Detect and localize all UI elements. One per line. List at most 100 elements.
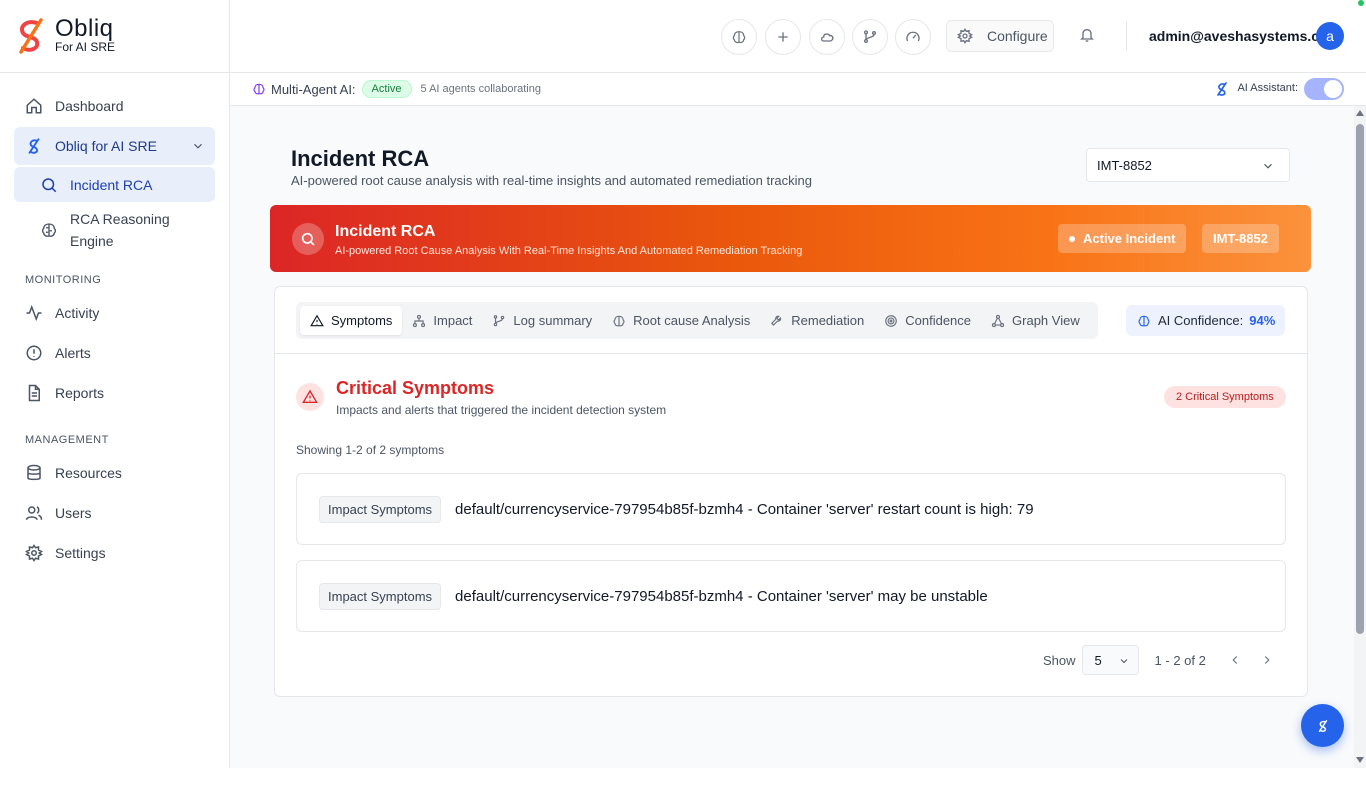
ai-assistant-label: AI Assistant:	[1237, 82, 1298, 94]
agents-count: 5 AI agents collaborating	[420, 83, 541, 95]
incident-banner: Incident RCA AI-powered Root Cause Analy…	[270, 205, 1311, 272]
sidebar-item-users[interactable]: Users	[14, 494, 215, 532]
multi-agent-label: Multi-Agent AI:	[271, 81, 356, 97]
sidebar-item-resources[interactable]: Resources	[14, 454, 215, 492]
gear-icon	[957, 28, 973, 44]
brain-icon	[613, 315, 625, 326]
add-button[interactable]	[765, 19, 801, 55]
scrollbar-thumb[interactable]	[1356, 124, 1364, 634]
tab-label: Graph View	[1012, 313, 1080, 328]
search-icon	[42, 177, 57, 192]
tab-label: Log summary	[513, 313, 593, 328]
incident-select[interactable]: IMT-8852	[1086, 148, 1290, 182]
sidebar-item-label: Dashboard	[55, 98, 124, 114]
symptom-text: default/currencyservice-797954b85f-bzmh4…	[455, 500, 1034, 518]
sidebar-group-label: Obliq for AI SRE	[55, 138, 157, 154]
chevron-down-icon	[194, 143, 202, 149]
configure-label: Configure	[987, 28, 1048, 44]
tab-remediation[interactable]: Remediation	[760, 306, 874, 335]
alert-circle-icon	[26, 345, 42, 361]
page-range: 1 - 2 of 2	[1154, 652, 1206, 668]
sidebar-item-label: Incident RCA	[70, 176, 153, 193]
sidebar-item-dashboard[interactable]: Dashboard	[14, 87, 215, 125]
cloud-button[interactable]	[809, 19, 845, 55]
symptom-row[interactable]: Impact Symptoms default/currencyservice-…	[296, 473, 1286, 545]
topbar-divider	[1126, 21, 1127, 51]
window-bottom-strip	[0, 768, 1366, 787]
incident-select-value: IMT-8852	[1097, 157, 1152, 173]
tab-label: Symptoms	[331, 313, 393, 328]
home-icon	[26, 98, 42, 114]
pagination: Show 5 1 - 2 of 2	[1043, 645, 1274, 675]
gauge-button[interactable]	[895, 19, 931, 55]
obliq-mark-icon	[1318, 719, 1327, 732]
tab-root-cause-analysis[interactable]: Root cause Analysis	[602, 306, 760, 335]
ai-assistant-toggle[interactable]	[1304, 78, 1344, 100]
brain-icon	[732, 31, 746, 44]
sidebar-group-obliq[interactable]: Obliq for AI SRE	[14, 127, 215, 165]
users-icon	[25, 506, 43, 520]
page-size-value: 5	[1094, 652, 1102, 668]
toggle-knob	[1324, 80, 1342, 98]
sidebar-item-label: Resources	[55, 465, 122, 481]
sidebar-item-activity[interactable]: Activity	[14, 294, 215, 332]
chevron-left-icon[interactable]	[1228, 653, 1242, 667]
ai-assistant-fab[interactable]	[1301, 704, 1344, 747]
ai-brain-button[interactable]	[721, 19, 757, 55]
tab-log-summary[interactable]: Log summary	[482, 306, 602, 335]
chevron-down-icon	[1264, 163, 1272, 169]
sidebar-item-settings[interactable]: Settings	[14, 534, 215, 572]
scroll-down-arrow[interactable]	[1356, 757, 1364, 763]
symptom-row[interactable]: Impact Symptoms default/currencyservice-…	[296, 560, 1286, 632]
obliq-mark-icon	[1217, 82, 1227, 96]
warning-icon	[302, 389, 318, 403]
chevron-right-icon[interactable]	[1260, 653, 1274, 667]
sidebar-item-label: Users	[55, 505, 92, 521]
wrench-icon	[771, 315, 782, 326]
plus-icon	[778, 32, 788, 42]
branch-icon	[494, 314, 505, 326]
tab-confidence[interactable]: Confidence	[874, 306, 981, 335]
sidebar-item-rca-engine[interactable]: RCA Reasoning Engine	[14, 206, 215, 254]
tab-graph-view[interactable]: Graph View	[981, 306, 1090, 335]
tab-symptoms[interactable]: Symptoms	[300, 306, 403, 335]
sidebar-item-label: Alerts	[55, 345, 91, 361]
show-label: Show	[1043, 652, 1076, 668]
cloud-icon	[821, 33, 834, 42]
obliq-mark-icon	[28, 138, 40, 154]
avatar[interactable]: a	[1316, 22, 1344, 50]
tab-impact[interactable]: Impact	[402, 306, 482, 335]
incident-id-label: IMT-8852	[1213, 231, 1268, 246]
ai-confidence-label: AI Confidence:	[1158, 313, 1244, 328]
banner-title: Incident RCA	[335, 223, 436, 240]
bell-icon[interactable]	[1079, 27, 1095, 43]
git-branch-icon	[864, 30, 876, 43]
sidebar-item-alerts[interactable]: Alerts	[14, 334, 215, 372]
tab-label: Remediation	[791, 313, 865, 328]
sidebar-nav: Dashboard Obliq for AI SRE Incident RCA …	[0, 73, 229, 572]
git-branch-button[interactable]	[852, 19, 888, 55]
search-icon	[301, 232, 315, 246]
sidebar-item-label-line2: Engine	[70, 233, 114, 249]
banner-icon-wrap	[292, 223, 324, 255]
page-size-select[interactable]: 5	[1081, 645, 1139, 675]
sidebar-item-incident-rca[interactable]: Incident RCA	[14, 167, 215, 202]
incident-id-badge: IMT-8852	[1202, 224, 1279, 253]
online-indicator	[1358, 0, 1364, 6]
scroll-up-arrow[interactable]	[1356, 110, 1364, 116]
activity-icon	[26, 304, 42, 322]
brain-icon	[253, 83, 265, 95]
logo[interactable]: Obliq For AI SRE	[0, 0, 229, 73]
configure-button[interactable]: Configure	[946, 20, 1054, 52]
sidebar-item-label: RCA Reasoning	[70, 211, 170, 227]
rca-tabs: Symptoms Impact Log summary Root cause A…	[296, 302, 1098, 339]
active-incident-label: Active Incident	[1083, 231, 1176, 246]
obliq-logo-icon	[19, 18, 43, 54]
critical-symptoms-subtitle: Impacts and alerts that triggered the in…	[336, 403, 667, 417]
warning-icon	[310, 314, 324, 326]
user-email[interactable]: admin@aveshasystems.com	[1149, 28, 1340, 44]
sidebar-item-reports[interactable]: Reports	[14, 374, 215, 412]
chevron-down-icon	[1120, 659, 1127, 664]
symptom-tag: Impact Symptoms	[319, 495, 442, 523]
target-icon	[885, 314, 898, 327]
